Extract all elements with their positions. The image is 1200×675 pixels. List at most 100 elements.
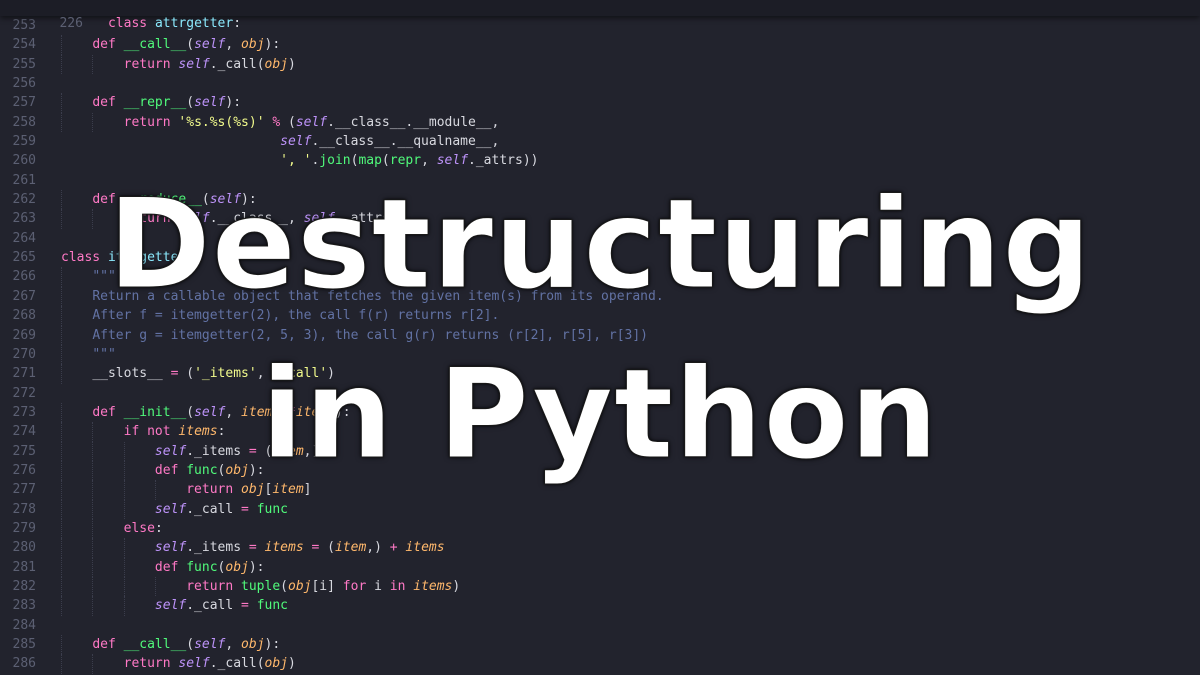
- code-line[interactable]: 256: [0, 74, 1200, 93]
- indent-guide: [123, 538, 126, 558]
- code-token: ): [288, 56, 296, 72]
- indent-guide: [123, 557, 126, 577]
- code-token: Return a callable object that fetches th…: [92, 288, 664, 304]
- line-number: 270: [12, 346, 36, 362]
- code-line[interactable]: 277 return obj[item]: [0, 480, 1200, 500]
- code-token: self: [280, 134, 312, 150]
- code-token: (: [280, 578, 288, 594]
- code-token: not: [147, 424, 171, 440]
- code-token: After f = itemgetter(2), the call f(r) r…: [92, 308, 500, 324]
- code-token: (: [186, 404, 195, 420]
- code-line[interactable]: 266 """: [0, 267, 1200, 287]
- code-token: .__class__.__qualname__,: [311, 134, 500, 150]
- code-line[interactable]: 264: [0, 229, 1200, 248]
- code-line[interactable]: 269 After g = itemgetter(2, 5, 3), the c…: [0, 325, 1200, 345]
- sticky-scope-header[interactable]: 226 class attrgetter:: [0, 0, 1200, 31]
- code-line[interactable]: 280 self._items = items = (item,) + item…: [0, 538, 1200, 558]
- code-line[interactable]: 286 return self._call(obj): [0, 654, 1200, 674]
- code-text: else:: [61, 521, 163, 536]
- code-line[interactable]: 270 """: [0, 344, 1200, 365]
- code-line[interactable]: 275 self._items = (item,): [0, 441, 1200, 461]
- line-number: 264: [12, 230, 36, 246]
- code-token: ):: [264, 37, 281, 53]
- code-text: Return a callable object that fetches th…: [61, 288, 664, 304]
- code-token: item: [334, 540, 367, 556]
- line-number: 272: [12, 385, 36, 401]
- code-text: return self._call(obj): [61, 57, 296, 72]
- line-number: 269: [12, 327, 36, 343]
- indent-guide: [61, 402, 63, 423]
- code-text: self._call = func: [61, 598, 288, 613]
- code-line[interactable]: 283 self._call = func: [0, 596, 1200, 616]
- code-line[interactable]: 276 def func(obj):: [0, 460, 1200, 481]
- code-token: =: [241, 598, 249, 614]
- code-line[interactable]: 260 ', '.join(map(repr, self._attrs)): [0, 151, 1200, 170]
- code-token: __reduce__: [123, 192, 202, 208]
- code-editor[interactable]: 226class attrgetter: 253254 def __call__…: [0, 0, 1200, 675]
- indent-guide: [61, 576, 63, 597]
- code-text: return self._call(obj): [61, 656, 296, 671]
- code-text: self._call = func: [61, 502, 288, 517]
- code-line[interactable]: 279 else:: [0, 518, 1200, 539]
- code-line[interactable]: 268 After f = itemgetter(2), the call f(…: [0, 306, 1200, 326]
- code-token: ):: [264, 637, 281, 652]
- line-number: 255: [12, 56, 36, 72]
- code-token: ,: [225, 37, 242, 53]
- code-token: (: [186, 95, 195, 111]
- code-line[interactable]: 281 def func(obj):: [0, 557, 1200, 577]
- code-line[interactable]: 258 return '%s.%s(%s)' % (self.__class__…: [0, 112, 1200, 133]
- code-token: ]: [303, 482, 312, 498]
- code-token: def: [92, 404, 116, 420]
- code-line[interactable]: 271 __slots__ = ('_items', '_call'): [0, 364, 1200, 384]
- code-token: ): [452, 578, 461, 594]
- code-line[interactable]: 262 def __reduce__(self):: [0, 190, 1200, 210]
- line-number: 258: [12, 114, 36, 130]
- indent-guide: [92, 557, 94, 577]
- code-line[interactable]: 255 return self._call(obj): [0, 54, 1200, 75]
- code-line[interactable]: 263 return self.__class__, self._attrs: [0, 209, 1200, 229]
- code-token: obj: [241, 637, 265, 652]
- code-line[interactable]: 272: [0, 384, 1200, 403]
- code-line[interactable]: 282 return tuple(obj[i] for i in items): [0, 576, 1200, 597]
- indent-guide: [123, 499, 126, 519]
- indent-guide: [61, 441, 63, 461]
- code-token: item: [272, 482, 304, 498]
- code-text: self._items = items = (item,) + items: [61, 540, 445, 555]
- line-number: 279: [12, 520, 36, 536]
- indent-guide: [61, 93, 63, 113]
- code-line[interactable]: 285 def __call__(self, obj):: [0, 635, 1200, 655]
- code-text: def __call__(self, obj):: [61, 637, 280, 652]
- code-token: '_call': [272, 366, 328, 382]
- code-token: ._call(: [209, 56, 265, 72]
- code-line[interactable]: 274 if not items:: [0, 422, 1200, 442]
- indent-guide: [92, 596, 94, 616]
- code-line[interactable]: 257 def __repr__(self):: [0, 93, 1200, 113]
- code-line[interactable]: 261: [0, 171, 1200, 190]
- code-line[interactable]: 265 class itemgetter:: [0, 248, 1200, 267]
- indent-guide: [154, 480, 157, 500]
- code-token: =: [248, 540, 257, 556]
- code-token: ._attrs: [334, 211, 390, 227]
- code-token: def: [92, 95, 116, 111]
- code-token: obj: [225, 559, 249, 575]
- code-line[interactable]: 254 def __call__(self, obj):: [0, 35, 1200, 55]
- code-line[interactable]: 273 def __init__(self, item, *items):: [0, 402, 1200, 423]
- code-token: ._items: [186, 443, 249, 459]
- code-token: item: [272, 443, 304, 459]
- indent-guide: [92, 441, 94, 461]
- code-text: self._items = (item,): [61, 444, 319, 459]
- code-line[interactable]: 259 self.__class__.__qualname__,: [0, 132, 1200, 151]
- code-line[interactable]: 278 self._call = func: [0, 499, 1200, 519]
- code-token: self: [178, 56, 210, 72]
- code-line[interactable]: 267 Return a callable object that fetche…: [0, 286, 1200, 307]
- indent-guide: [61, 325, 63, 345]
- code-token: '_items': [194, 366, 257, 382]
- code-token: obj: [288, 578, 312, 594]
- code-token: items: [405, 540, 445, 556]
- code-text: __slots__ = ('_items', '_call'): [61, 366, 335, 381]
- code-line[interactable]: 284: [0, 616, 1200, 635]
